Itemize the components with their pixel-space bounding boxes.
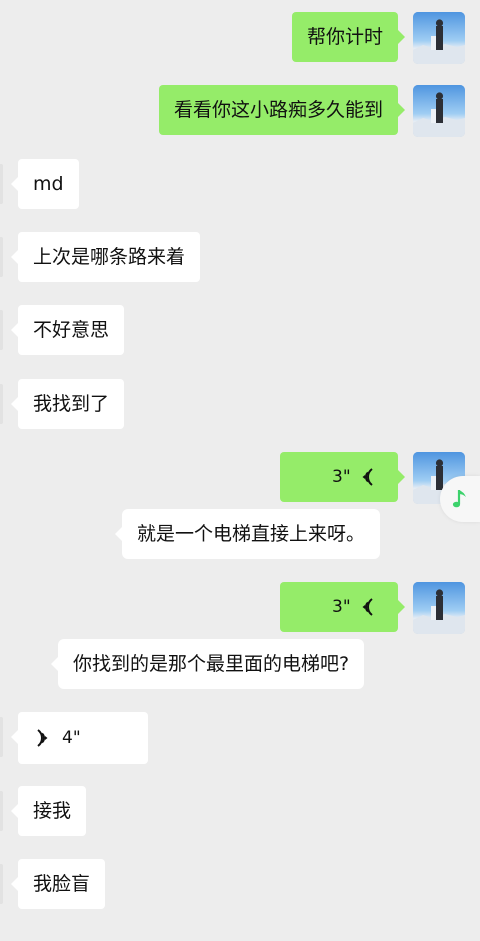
message-bubble-received[interactable]: 不好意思 — [10, 305, 125, 355]
voice-wave-icon — [37, 729, 48, 747]
message-text: 我找到了 — [33, 393, 110, 415]
message-bubble-received[interactable]: 我找到了 — [10, 379, 125, 429]
chat-message-list[interactable]: 帮你计时 看看你这小路痴多久能到 md 上次是哪条路来着 不好意思 我找到了 3… — [0, 0, 480, 941]
voice-transcript[interactable]: 就是一个电梯直接上来呀。 — [114, 509, 381, 559]
message-bubble-sent[interactable]: 帮你计时 — [291, 12, 406, 62]
message-text: 接我 — [33, 800, 72, 822]
voice-message-sent[interactable]: 3" — [280, 582, 405, 632]
message-bubble-received[interactable]: 接我 — [10, 786, 87, 836]
voice-message-received[interactable]: 4" — [11, 712, 148, 764]
floating-music-button[interactable] — [440, 476, 480, 522]
avatar-image — [413, 582, 465, 634]
avatar[interactable] — [0, 164, 3, 204]
message-text: 帮你计时 — [306, 26, 383, 48]
avatar[interactable] — [0, 717, 3, 757]
message-bubble-sent[interactable]: 看看你这小路痴多久能到 — [158, 85, 406, 135]
transcript-text: 你找到的是那个最里面的电梯吧? — [73, 653, 350, 675]
voice-duration: 3" — [332, 467, 351, 487]
avatar[interactable] — [413, 582, 465, 634]
transcript-text: 就是一个电梯直接上来呀。 — [137, 523, 366, 545]
message-text: 看看你这小路痴多久能到 — [173, 99, 383, 121]
message-bubble-received[interactable]: 上次是哪条路来着 — [10, 232, 201, 282]
avatar[interactable] — [0, 237, 3, 277]
voice-message-sent[interactable]: 3" — [280, 452, 405, 502]
avatar-image — [413, 85, 465, 137]
voice-duration: 3" — [332, 597, 351, 617]
avatar[interactable] — [0, 384, 3, 424]
avatar[interactable] — [0, 791, 3, 831]
message-text: 上次是哪条路来着 — [33, 246, 186, 268]
music-note-icon — [452, 490, 466, 508]
avatar[interactable] — [413, 12, 465, 64]
voice-transcript[interactable]: 你找到的是那个最里面的电梯吧? — [50, 639, 365, 689]
voice-wave-icon — [362, 598, 373, 616]
message-bubble-received[interactable]: 我脸盲 — [10, 859, 106, 909]
message-text: 不好意思 — [33, 319, 110, 341]
message-text: md — [33, 173, 64, 195]
message-text: 我脸盲 — [33, 873, 91, 895]
avatar[interactable] — [413, 85, 465, 137]
avatar[interactable] — [0, 310, 3, 350]
avatar[interactable] — [0, 864, 3, 904]
voice-wave-icon — [362, 468, 373, 486]
avatar-image — [413, 12, 465, 64]
voice-duration: 4" — [62, 728, 81, 748]
message-bubble-received[interactable]: md — [11, 159, 79, 209]
